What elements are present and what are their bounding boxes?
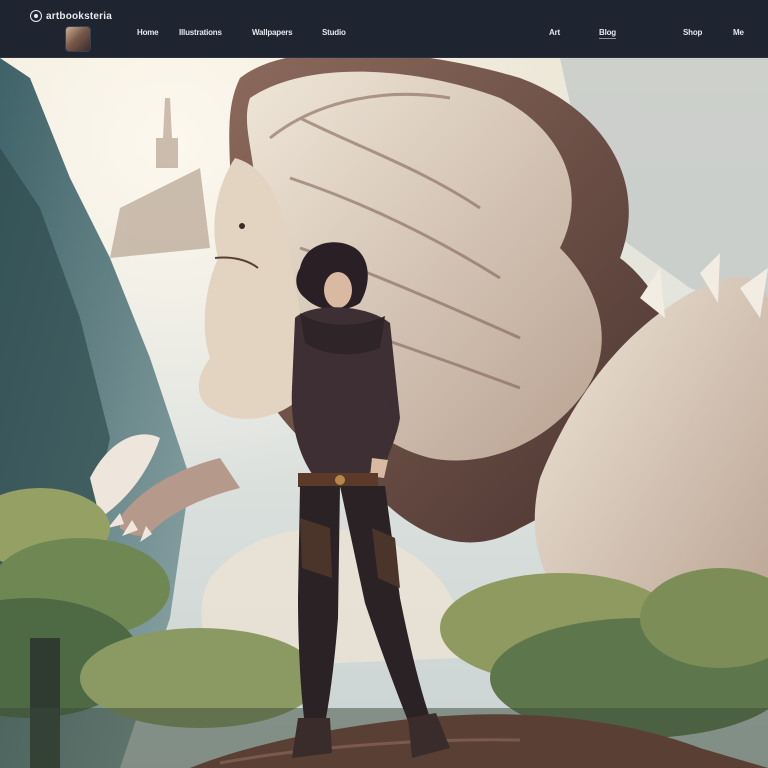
nav-illustrations[interactable]: Illustrations [179, 28, 222, 37]
brand-name: artbooksteria [46, 10, 112, 22]
avatar[interactable] [66, 27, 90, 51]
nav-studio[interactable]: Studio [322, 28, 346, 37]
nav-blog[interactable]: Blog [599, 28, 616, 39]
nav-shop[interactable]: Shop [683, 28, 702, 37]
brand-logo[interactable]: artbooksteria [30, 9, 112, 23]
fantasy-artwork-illustration [0, 58, 768, 768]
top-navigation-bar: artbooksteria Home Illustrations Wallpap… [0, 0, 768, 58]
nav-art[interactable]: Art [549, 28, 560, 37]
nav-account[interactable]: Me [733, 28, 744, 37]
creature-eye [239, 223, 245, 229]
nav-home[interactable]: Home [137, 28, 159, 37]
logo-icon [30, 10, 42, 22]
hero-artwork [0, 58, 768, 768]
nav-wallpapers[interactable]: Wallpapers [252, 28, 293, 37]
